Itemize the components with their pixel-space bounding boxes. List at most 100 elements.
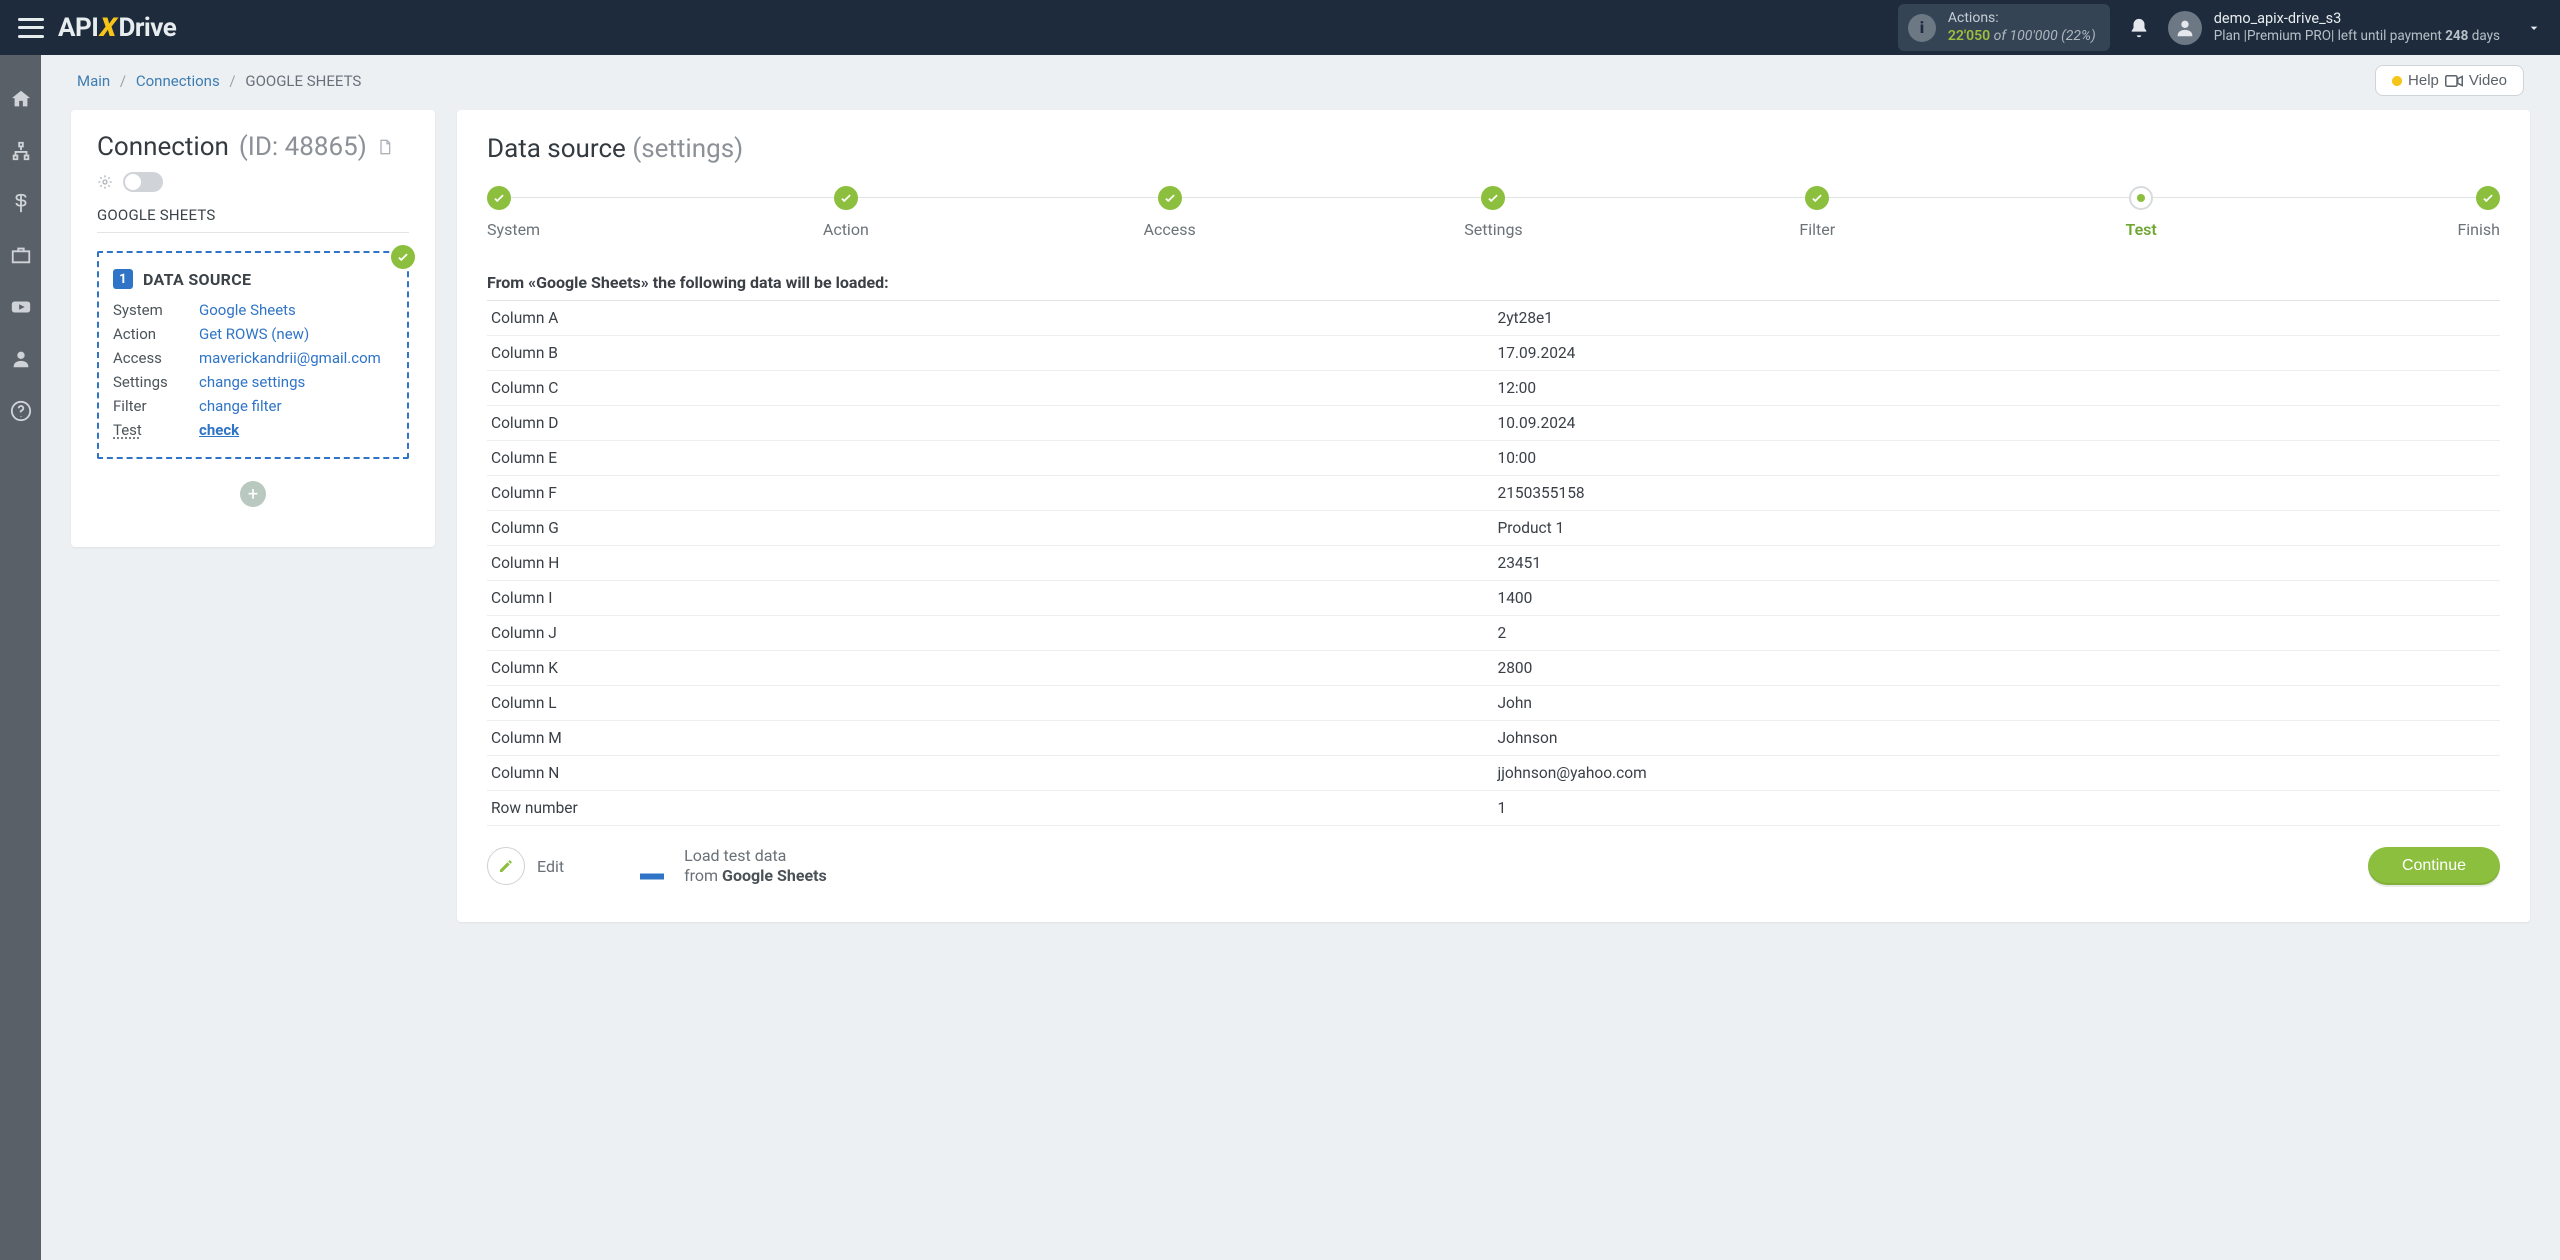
crumb-main[interactable]: Main [77,72,110,90]
table-row: Column MJohnson [487,721,2500,756]
breadcrumb: Main / Connections / GOOGLE SHEETS [77,72,361,90]
step-current-icon [2129,186,2153,210]
dollar-icon [10,192,32,214]
cell-value: 10.09.2024 [1494,406,2501,441]
ds-label-test: Test [113,421,199,439]
topbar: API X Drive i Actions: 22'050 of 100'000… [0,0,2560,55]
ds-label-action: Action [113,325,199,343]
cell-value: 2800 [1494,651,2501,686]
check-icon [2476,186,2500,210]
user-name: demo_apix-drive_s3 [2214,10,2500,28]
ds-label-system: System [113,301,199,319]
cell-value: 1400 [1494,581,2501,616]
rail-connections[interactable] [0,137,41,165]
load-line2-pre: from [684,866,722,885]
preview-table: Column A2yt28e1Column B17.09.2024Column … [487,301,2500,826]
actions-total: 100'000 [2010,28,2058,44]
rail-projects[interactable] [0,241,41,269]
rail-billing[interactable] [0,189,41,217]
add-destination-button[interactable]: + [240,481,266,507]
table-row: Column B17.09.2024 [487,336,2500,371]
ds-link-filter[interactable]: change filter [199,397,393,415]
step-label: System [487,220,540,239]
ds-link-action[interactable]: Get ROWS (new) [199,325,393,343]
info-icon: i [1908,14,1936,42]
check-icon [1481,186,1505,210]
step-finish[interactable]: Finish [2430,186,2500,239]
check-icon [1158,186,1182,210]
edit-label: Edit [537,857,564,876]
step-label: Action [823,220,869,239]
cell-key: Column N [487,756,1494,791]
document-icon[interactable] [377,139,393,155]
continue-button[interactable]: Continue [2368,847,2500,885]
ds-link-settings[interactable]: change settings [199,373,393,391]
cell-key: Column E [487,441,1494,476]
step-label: Test [2125,220,2156,239]
step-access[interactable]: Access [1135,186,1205,239]
step-action[interactable]: Action [811,186,881,239]
user-icon [10,348,32,370]
check-icon [834,186,858,210]
cell-value: 1 [1494,791,2501,826]
table-row: Column F2150355158 [487,476,2500,511]
rail-home[interactable] [0,85,41,113]
ds-link-system[interactable]: Google Sheets [199,301,393,319]
connection-toggle[interactable] [123,172,163,192]
ds-label-settings: Settings [113,373,199,391]
menu-toggle[interactable] [18,18,44,38]
help-video-button[interactable]: Help Video [2375,65,2524,96]
chevron-down-icon [2526,20,2542,36]
step-badge-1: 1 [113,269,133,289]
step-settings[interactable]: Settings [1458,186,1528,239]
actions-pct: (22%) [2058,28,2096,44]
actions-quota[interactable]: i Actions: 22'050 of 100'000 (22%) [1898,4,2110,51]
step-label: Access [1144,220,1196,239]
load-line1: Load test data [684,846,827,866]
cell-value: Johnson [1494,721,2501,756]
briefcase-icon [10,244,32,266]
step-test[interactable]: Test [2106,186,2176,239]
account-menu[interactable]: demo_apix-drive_s3 Plan |Premium PRO| le… [2168,10,2542,45]
cell-key: Column K [487,651,1494,686]
plan-suffix: days [2468,28,2500,44]
load-test-data-button[interactable]: Load test data from Google Sheets [634,846,827,886]
cell-key: Column C [487,371,1494,406]
connection-title: Connection [97,132,229,162]
cell-key: Column F [487,476,1494,511]
rail-account[interactable] [0,345,41,373]
step-label: Finish [2457,220,2500,239]
data-source-box[interactable]: 1 DATA SOURCE SystemGoogle Sheets Action… [97,251,409,459]
cell-value: 12:00 [1494,371,2501,406]
cell-value: John [1494,686,2501,721]
check-icon [1805,186,1829,210]
cell-key: Column H [487,546,1494,581]
ds-link-test[interactable]: check [199,421,393,439]
crumb-connections[interactable]: Connections [136,72,220,90]
crumb-current: GOOGLE SHEETS [245,72,361,90]
video-icon [2445,74,2463,88]
cell-value: Product 1 [1494,511,2501,546]
ds-link-access[interactable]: maverickandrii@gmail.com [199,349,393,367]
table-row: Column I1400 [487,581,2500,616]
bell-icon[interactable] [2128,17,2150,39]
youtube-icon [10,296,32,318]
table-row: Column H23451 [487,546,2500,581]
actions-of: of [1990,28,2009,44]
step-system[interactable]: System [487,186,557,239]
brand-logo[interactable]: API X Drive [58,13,176,43]
table-row: Column A2yt28e1 [487,301,2500,336]
plan-prefix: Plan |Premium PRO| left until payment [2214,28,2445,44]
table-row: Column K2800 [487,651,2500,686]
step-filter[interactable]: Filter [1782,186,1852,239]
cell-value: 2yt28e1 [1494,301,2501,336]
help-bulb-icon [2392,76,2402,86]
connection-card: Connection (ID: 48865) GOOGLE SHEETS 1 D… [71,110,435,547]
gear-icon[interactable] [97,174,113,190]
rail-video[interactable] [0,293,41,321]
help-label: Help [2408,72,2439,89]
edit-button[interactable] [487,847,525,885]
rail-help[interactable] [0,397,41,425]
question-icon [10,400,32,422]
table-row: Row number1 [487,791,2500,826]
